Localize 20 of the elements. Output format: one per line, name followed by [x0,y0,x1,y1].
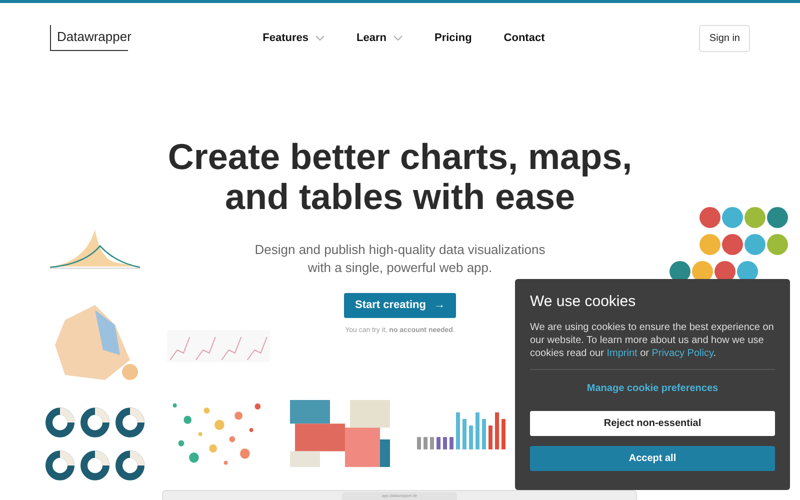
nav-link[interactable]: Contact [504,30,545,46]
reject-button[interactable]: Reject non-essential [530,411,775,436]
manage-preferences-link[interactable]: Manage cookie preferences [586,381,718,396]
privacy-policy-link[interactable]: Privacy Policy [652,348,714,359]
sign-in-button[interactable]: Sign in [699,24,750,52]
cookie-text: We are using cookies to ensure the best experience on our website. To learn more about us and how we use cookies read our Imprint or Privacy Policy. [530,321,775,360]
chevron-down-icon [314,35,325,41]
chevron-down-icon [392,35,402,41]
nav-link[interactable]: Features [262,30,325,46]
cookie-title: We use cookies [530,293,637,311]
hero-subtitle: Design and publish high-quality data visualizations [254,241,546,259]
imprint-link[interactable]: Imprint [606,348,638,359]
arrow-right-icon: → [434,297,445,314]
start-creating-button[interactable]: Start creating → [344,293,456,318]
hero-title: and tables with ease [224,177,576,217]
hero-title: Create better charts, maps, [168,137,632,177]
hero-subtitle: with a single, powerful web app. [308,259,492,277]
accept-all-button[interactable]: Accept all [530,446,775,471]
nav-link[interactable]: Pricing [434,30,472,46]
nav-link[interactable]: Learn [356,30,402,46]
